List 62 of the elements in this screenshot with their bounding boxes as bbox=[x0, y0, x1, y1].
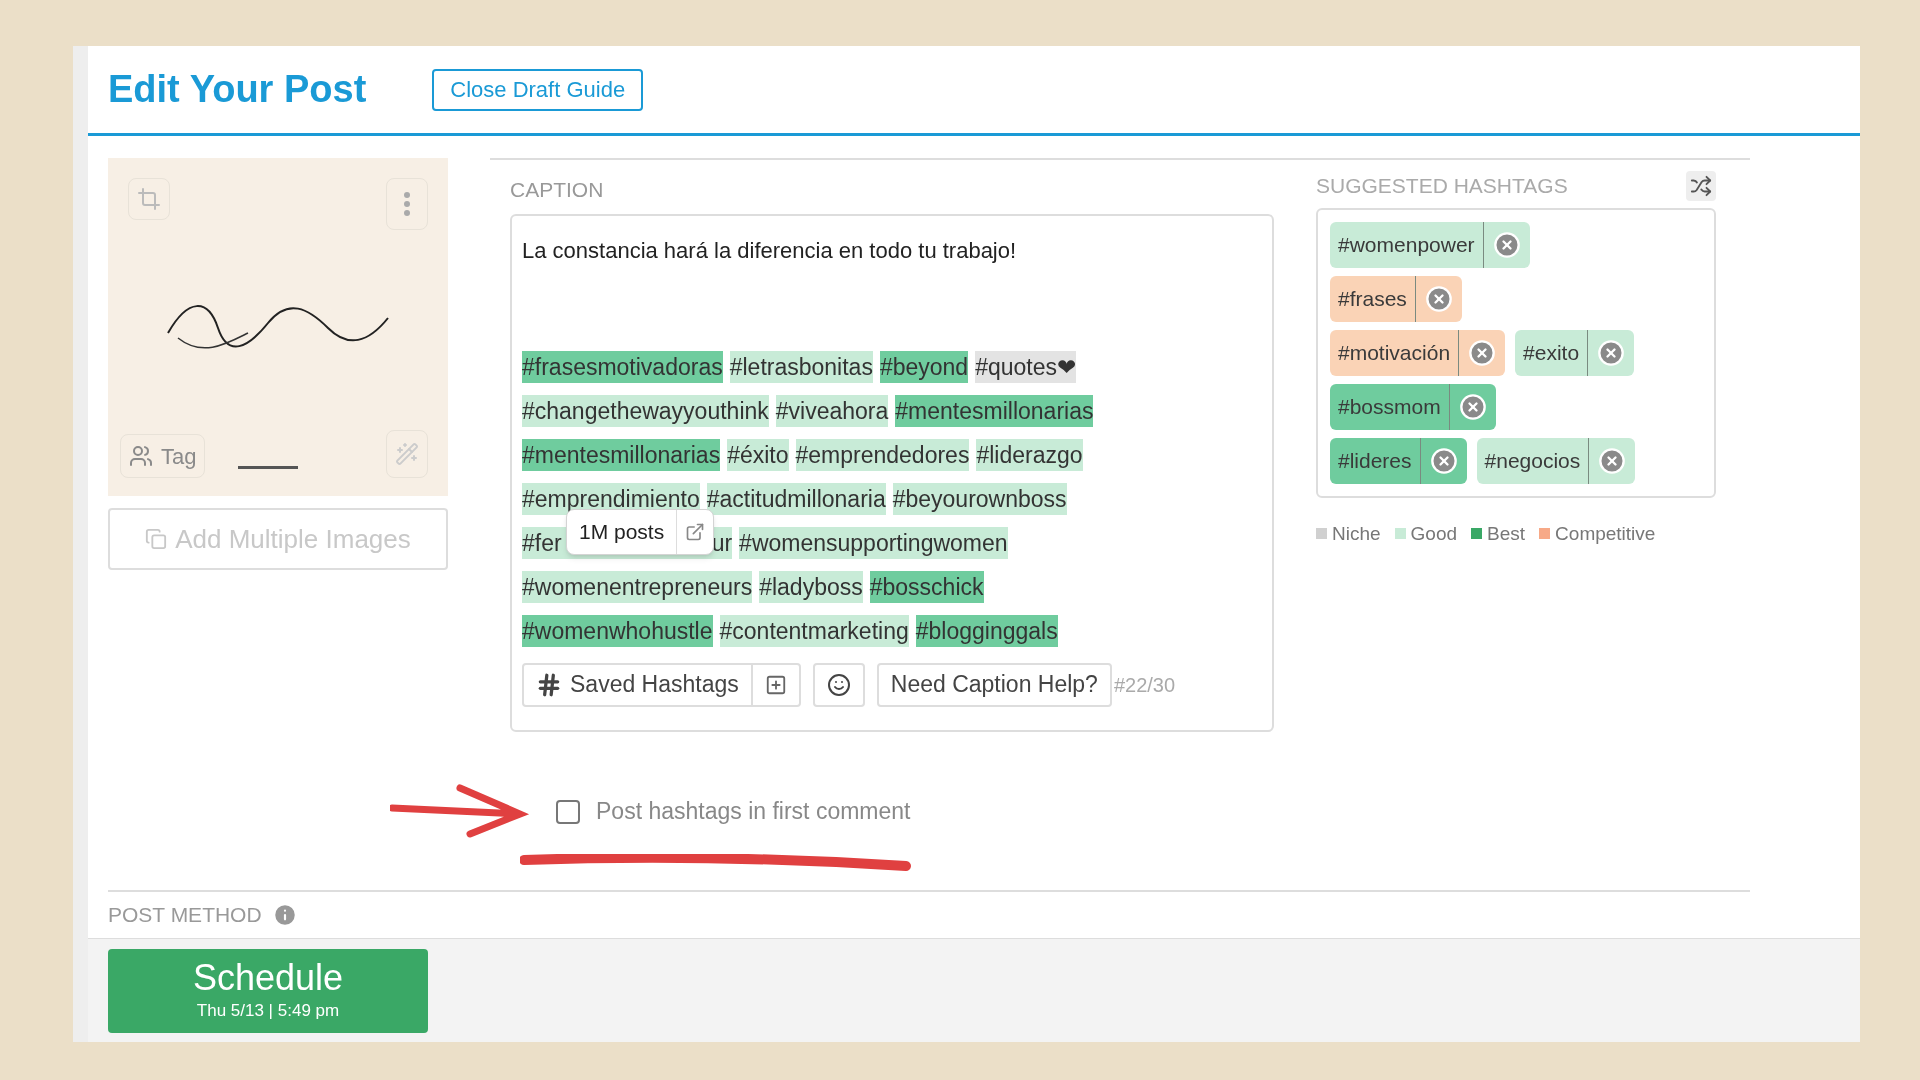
hashtag-count: #22/30 bbox=[1113, 672, 1176, 698]
hashtag-chip[interactable]: #exito bbox=[1515, 329, 1635, 376]
hashtag[interactable]: #frasesmotivadoras bbox=[522, 350, 723, 383]
hashtag[interactable]: #beyond bbox=[879, 350, 969, 383]
remove-icon[interactable] bbox=[1492, 230, 1521, 259]
hashtag[interactable]: #letrasbonitas bbox=[729, 350, 873, 383]
legend-label: Good bbox=[1410, 521, 1458, 546]
checkbox-label: Post hashtags in first comment bbox=[596, 797, 911, 827]
wand-icon bbox=[395, 442, 419, 466]
smiley-icon bbox=[826, 672, 851, 697]
remove-icon[interactable] bbox=[1598, 446, 1627, 475]
hashtag[interactable]: #changethewayyouthink bbox=[522, 394, 769, 427]
legend-label: Niche bbox=[1332, 521, 1381, 546]
hashtag[interactable]: #ladyboss bbox=[759, 570, 863, 603]
hashtag-chip[interactable]: #lideres bbox=[1330, 437, 1467, 484]
more-icon bbox=[404, 192, 410, 216]
remove-icon[interactable] bbox=[1597, 338, 1626, 367]
hashtag-text: #fer bbox=[522, 528, 562, 558]
hashtag[interactable]: #beyourownboss bbox=[892, 482, 1067, 515]
legend-label: Best bbox=[1487, 521, 1526, 546]
hashtag[interactable]: #emprendedores bbox=[795, 438, 970, 471]
hash-icon bbox=[536, 671, 562, 698]
shuffle-icon bbox=[1690, 174, 1712, 197]
hashtag[interactable]: #liderazgo bbox=[976, 438, 1083, 471]
checkbox[interactable] bbox=[556, 799, 580, 824]
caption-field[interactable] bbox=[510, 213, 1274, 732]
hashtag[interactable]: #mentesmillonarias bbox=[895, 394, 1094, 427]
add-icon bbox=[764, 673, 787, 696]
hashtag[interactable]: #quotes❤ bbox=[975, 350, 1076, 383]
shuffle-button[interactable] bbox=[1686, 170, 1716, 201]
hashtag[interactable]: #womensupportingwomen bbox=[739, 526, 1008, 559]
external-link-icon[interactable] bbox=[685, 521, 706, 542]
hashtag[interactable]: #actitudmillonaria bbox=[706, 482, 886, 515]
hashtag-chip[interactable]: #bossmom bbox=[1330, 383, 1496, 430]
legend-label: Competitive bbox=[1555, 521, 1656, 546]
images-icon bbox=[145, 528, 168, 550]
caption-help-button[interactable]: Need Caption Help? bbox=[876, 662, 1112, 707]
post-count: 1M posts bbox=[578, 518, 666, 545]
hashtag[interactable]: #emprendimiento bbox=[522, 482, 700, 515]
crop-icon bbox=[137, 187, 161, 211]
hashtag[interactable]: #womenentrepreneurs bbox=[522, 570, 753, 603]
hashtag[interactable]: #viveahora bbox=[775, 394, 889, 427]
remove-icon[interactable] bbox=[1458, 392, 1487, 421]
remove-icon[interactable] bbox=[1429, 446, 1458, 475]
remove-icon[interactable] bbox=[1468, 338, 1497, 367]
emoji-button[interactable] bbox=[812, 662, 865, 707]
post-method-label: POST METHOD bbox=[108, 901, 262, 928]
hashtag-chip[interactable]: #motivación bbox=[1330, 329, 1506, 376]
caption-text: La constancia hará la diferencia en todo tu trabajo! bbox=[522, 236, 1018, 265]
people-icon bbox=[129, 444, 153, 468]
hashtag-chip[interactable]: #womenpower bbox=[1330, 221, 1530, 268]
caption-label: CAPTION bbox=[510, 177, 605, 203]
suggested-label: SUGGESTED HASHTAGS bbox=[1316, 173, 1568, 199]
hashtag[interactable]: #mentesmillonarias bbox=[522, 438, 721, 471]
more-button[interactable] bbox=[386, 178, 428, 230]
hashtag-chip[interactable]: #frases bbox=[1330, 275, 1462, 322]
hashtag[interactable]: #éxito bbox=[727, 438, 789, 471]
page-title: Edit Your Post bbox=[108, 67, 367, 112]
remove-icon[interactable] bbox=[1424, 284, 1453, 313]
hashtag[interactable]: #womenwhohustle bbox=[522, 614, 713, 647]
hashtag[interactable]: #contentmarketing bbox=[719, 614, 909, 647]
hashtag-chip[interactable]: #negocios bbox=[1476, 437, 1636, 484]
